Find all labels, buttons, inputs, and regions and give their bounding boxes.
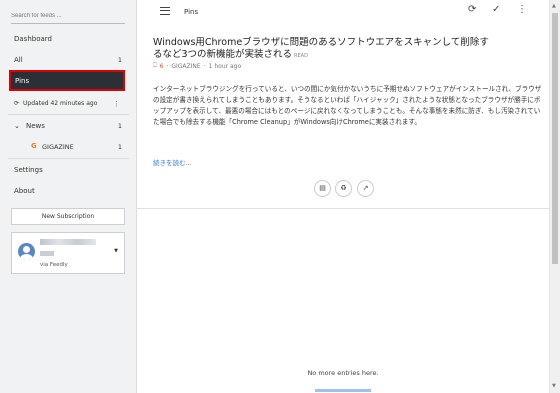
new-subscription-button[interactable]: New Subscription	[11, 208, 125, 225]
all-count: 1	[117, 56, 122, 64]
sidebar-item-settings[interactable]: Settings	[14, 166, 43, 174]
account-name-redacted	[40, 239, 96, 245]
account-provider: via Feedly	[40, 262, 68, 268]
bullet: ·	[203, 62, 206, 70]
bullet: ·	[166, 62, 169, 70]
share-icon[interactable]: ♻	[335, 180, 352, 197]
refresh-icon[interactable]: ⟳	[14, 100, 19, 107]
gigazine-count: 1	[117, 143, 122, 151]
more-options-icon[interactable]: ⋮	[113, 101, 120, 108]
news-count: 1	[117, 122, 122, 130]
scrollbar-thumb[interactable]	[552, 13, 558, 264]
article-title-text[interactable]: Windows用Chromeブラウザに問題のあるソフトウエアをスキャンして削除す…	[153, 37, 489, 60]
chevron-down-icon[interactable]: ⌄	[14, 122, 20, 130]
read-badge: READ	[294, 53, 308, 59]
divider	[8, 158, 129, 159]
main-content: Pins ⟳ ✓ ⋮ Windows用Chromeブラウザに問題のあるソフトウエ…	[137, 0, 549, 393]
sidebar-item-all[interactable]: All	[14, 56, 23, 64]
page-title: Pins	[184, 8, 199, 16]
caret-down-icon[interactable]: ▼	[114, 248, 118, 254]
updated-text: Updated 42 minutes ago	[23, 100, 98, 107]
scroll-up-icon[interactable]: ▲	[552, 3, 556, 9]
account-email-redacted	[40, 251, 54, 256]
refresh-status: ⟳ Updated 42 minutes ago	[14, 100, 97, 107]
more-options-icon[interactable]: ⋮	[517, 5, 527, 15]
progress-indicator	[315, 389, 371, 392]
pin-count: 6	[159, 62, 164, 70]
open-external-icon[interactable]: ↗	[357, 180, 374, 197]
category-news[interactable]: News	[26, 122, 45, 130]
mark-read-icon[interactable]: ✓	[492, 5, 500, 15]
menu-icon[interactable]	[160, 7, 170, 15]
article-source[interactable]: GIGAZINE	[171, 63, 200, 70]
article-time: 1 hour ago	[208, 62, 242, 70]
pin-count-icon: ⎕	[153, 62, 157, 69]
sidebar-item-pins-label: Pins	[15, 77, 30, 85]
divider	[8, 114, 129, 115]
article-card: Windows用Chromeブラウザに問題のあるソフトウエアをスキャンして削除す…	[137, 33, 549, 209]
account-card[interactable]: via Feedly ▼	[11, 232, 125, 274]
article-title[interactable]: Windows用Chromeブラウザに問題のあるソフトウエアをスキャンして削除す…	[153, 37, 493, 62]
scrollbar[interactable]: ▲ ▼	[549, 0, 560, 393]
search-input[interactable]	[11, 8, 125, 24]
feed-gigazine[interactable]: GIGAZINE	[42, 143, 74, 151]
sidebar: Dashboard All 1 Pins ⟳ Updated 42 minute…	[0, 0, 137, 393]
gigazine-icon: G	[31, 142, 37, 150]
no-more-entries: No more entries here.	[307, 369, 379, 377]
sidebar-item-about[interactable]: About	[14, 187, 35, 195]
avatar	[18, 243, 35, 260]
article-body: インターネットブラウジングを行っていると、いつの間にか気付かないうちに予期せぬソ…	[153, 85, 542, 126]
refresh-icon[interactable]: ⟳	[468, 5, 476, 15]
toolbar: Pins ⟳ ✓ ⋮	[137, 0, 549, 26]
article-meta: ⎕ 6 · GIGAZINE · 1 hour ago	[153, 62, 241, 70]
read-more-link[interactable]: 続きを読む...	[153, 157, 192, 167]
scroll-down-icon[interactable]: ▼	[552, 383, 556, 389]
sidebar-item-pins[interactable]: Pins	[9, 70, 125, 91]
comment-icon[interactable]: ▤	[314, 180, 331, 197]
sidebar-item-dashboard[interactable]: Dashboard	[14, 35, 52, 43]
